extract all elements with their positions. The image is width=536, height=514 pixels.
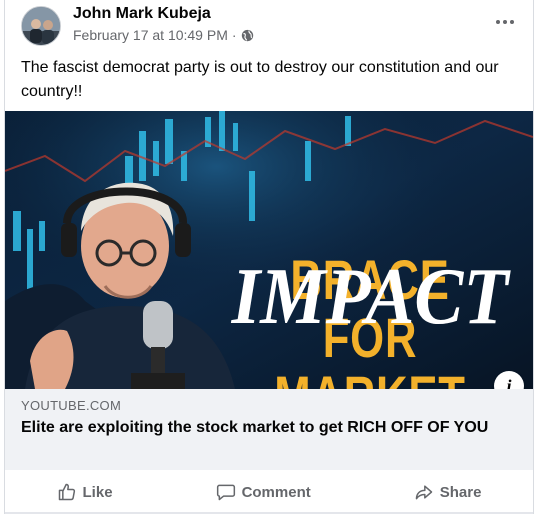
share-icon <box>415 485 433 500</box>
author-name[interactable]: John Mark Kubeja <box>73 5 211 23</box>
globe-icon[interactable] <box>241 29 254 42</box>
meta-separator: · <box>231 27 237 43</box>
headline-line-3: IMPACT <box>231 253 509 341</box>
post-meta: February 17 at 10:49 PM · <box>73 27 254 43</box>
like-label: Like <box>82 483 113 501</box>
post-text: The fascist democrat party is out to des… <box>21 59 499 100</box>
link-preview-box[interactable]: YOUTUBE.COM Elite are exploiting the sto… <box>5 389 533 470</box>
thumbs-up-icon <box>58 483 75 501</box>
post-actions: Like Comment Share <box>5 472 533 512</box>
post-header: John Mark Kubeja February 17 at 10:49 PM… <box>5 0 533 52</box>
comment-icon <box>216 484 235 501</box>
more-options-icon[interactable] <box>491 12 519 32</box>
like-button[interactable]: Like <box>45 476 125 508</box>
comment-button[interactable]: Comment <box>204 476 323 508</box>
link-title[interactable]: Elite are exploiting the stock market to… <box>21 417 517 438</box>
share-label: Share <box>439 483 482 501</box>
link-domain: YOUTUBE.COM <box>21 398 122 413</box>
comment-label: Comment <box>241 483 311 501</box>
avatar[interactable] <box>21 6 61 46</box>
link-thumbnail[interactable]: BRACE FOR MARKET IMPACT <box>5 111 533 389</box>
post-card: John Mark Kubeja February 17 at 10:49 PM… <box>4 0 534 514</box>
post-timestamp[interactable]: February 17 at 10:49 PM <box>73 27 228 43</box>
share-button[interactable]: Share <box>402 476 494 508</box>
